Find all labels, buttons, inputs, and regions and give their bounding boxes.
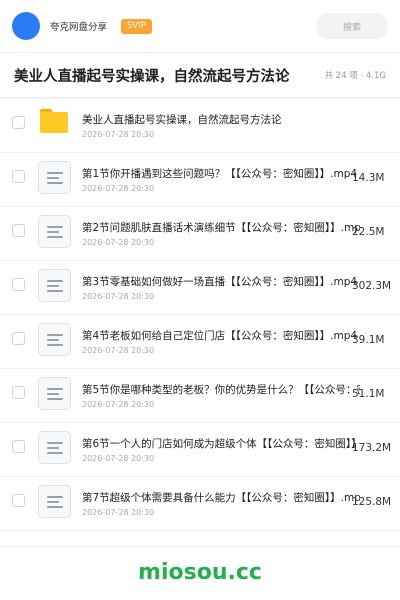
item-date: 2026-07-28 20:30 <box>82 292 155 301</box>
list-item-folder[interactable]: 美业人直播起号实操课，自然流起号方法论 2026-07-28 20:30 <box>0 99 400 153</box>
document-icon <box>38 377 71 410</box>
item-name: 第2节问题肌肤直播话术演练细节【【公众号：密知圈】】.mp4 <box>82 222 360 234</box>
document-icon <box>38 161 71 194</box>
item-date: 2026-07-28 20:30 <box>82 346 155 355</box>
document-icon <box>38 323 71 356</box>
item-size: 51.1M <box>352 388 385 400</box>
select-checkbox[interactable] <box>12 332 25 345</box>
item-size: 302.3M <box>352 280 392 292</box>
item-name: 第5节你是哪种类型的老板？你的优势是什么？【【公众号：密知圈】】.mp4 <box>82 384 360 396</box>
folder-meta: 共 24 项 · 4.1G <box>324 71 386 81</box>
file-list: 美业人直播起号实操课，自然流起号方法论 2026-07-28 20:30 第1节… <box>0 99 400 531</box>
item-date: 2026-07-28 20:30 <box>82 400 155 409</box>
svip-badge[interactable]: SVIP <box>121 18 152 34</box>
list-item[interactable]: 第4节老板如何给自己定位门店【【公众号：密知圈】】.mp4 2026-07-28… <box>0 315 400 369</box>
list-item[interactable]: 第1节你开播遇到这些问题吗？【【公众号：密知圈】】.mp4 2026-07-28… <box>0 153 400 207</box>
list-item[interactable]: 第2节问题肌肤直播话术演练细节【【公众号：密知圈】】.mp4 2026-07-2… <box>0 207 400 261</box>
item-size: 22.5M <box>352 226 385 238</box>
item-name: 第1节你开播遇到这些问题吗？【【公众号：密知圈】】.mp4 <box>82 168 358 180</box>
item-name: 第3节零基础如何做好一场直播【【公众号：密知圈】】.mp4 <box>82 276 358 288</box>
select-checkbox[interactable] <box>12 494 25 507</box>
select-checkbox[interactable] <box>12 278 25 291</box>
document-icon <box>38 215 71 248</box>
item-date: 2026-07-28 20:30 <box>82 508 155 517</box>
footer-divider <box>0 546 400 547</box>
list-item[interactable]: 第7节超级个体需要具备什么能力【【公众号：密知圈】】.mp4 2026-07-2… <box>0 477 400 531</box>
item-date: 2026-07-28 20:30 <box>82 238 155 247</box>
search-input[interactable]: 搜索 <box>316 13 388 39</box>
item-name: 美业人直播起号实操课，自然流起号方法论 <box>82 114 282 126</box>
item-size: 125.8M <box>352 496 392 508</box>
item-date: 2026-07-28 20:30 <box>82 454 155 463</box>
avatar[interactable] <box>12 12 40 40</box>
item-size: 39.1M <box>352 334 385 346</box>
select-checkbox[interactable] <box>12 170 25 183</box>
document-icon <box>38 485 71 518</box>
document-icon <box>38 431 71 464</box>
item-name: 第4节老板如何给自己定位门店【【公众号：密知圈】】.mp4 <box>82 330 358 342</box>
folder-icon <box>40 109 68 133</box>
folder-header: 美业人直播起号实操课，自然流起号方法论 共 24 项 · 4.1G <box>0 53 400 97</box>
select-checkbox[interactable] <box>12 386 25 399</box>
top-bar: 夸克网盘分享 SVIP 搜索 <box>0 0 400 52</box>
app-title: 夸克网盘分享 <box>50 22 108 33</box>
select-checkbox[interactable] <box>12 224 25 237</box>
item-name: 第7节超级个体需要具备什么能力【【公众号：密知圈】】.mp4 <box>82 492 360 504</box>
item-name: 第6节一个人的门店如何成为超级个体【【公众号：密知圈】】.mp4 <box>82 438 360 450</box>
page-title: 美业人直播起号实操课，自然流起号方法论 <box>14 68 290 85</box>
select-checkbox[interactable] <box>12 116 25 129</box>
item-size: 14.3M <box>352 172 385 184</box>
list-item[interactable]: 第3节零基础如何做好一场直播【【公众号：密知圈】】.mp4 2026-07-28… <box>0 261 400 315</box>
select-checkbox[interactable] <box>12 440 25 453</box>
watermark: miosou.cc <box>138 560 262 585</box>
item-date: 2026-07-28 20:30 <box>82 130 155 139</box>
list-item[interactable]: 第6节一个人的门店如何成为超级个体【【公众号：密知圈】】.mp4 2026-07… <box>0 423 400 477</box>
item-date: 2026-07-28 20:30 <box>82 184 155 193</box>
document-icon <box>38 269 71 302</box>
item-size: 173.2M <box>352 442 392 454</box>
list-item[interactable]: 第5节你是哪种类型的老板？你的优势是什么？【【公众号：密知圈】】.mp4 202… <box>0 369 400 423</box>
